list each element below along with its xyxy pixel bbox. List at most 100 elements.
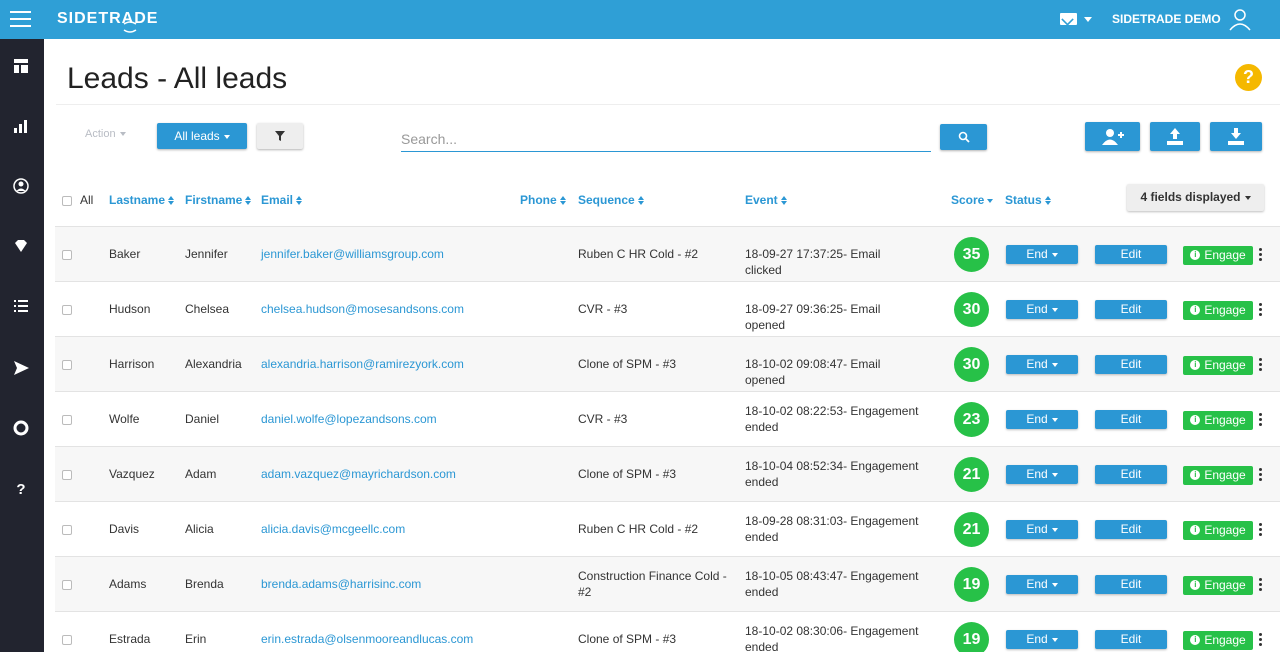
list-icon[interactable] <box>12 297 30 315</box>
select-all-checkbox[interactable] <box>62 196 72 206</box>
sort-icon <box>245 196 252 206</box>
user-icon[interactable] <box>1228 7 1252 31</box>
lastname-cell: Vazquez <box>109 467 155 481</box>
edit-button[interactable]: Edit <box>1095 575 1167 594</box>
email-link[interactable]: alexandria.harrison@ramirezyork.com <box>261 356 464 372</box>
engage-button[interactable]: i Engage <box>1183 576 1253 595</box>
sort-icon <box>780 196 787 206</box>
email-link[interactable]: alicia.davis@mcgeellc.com <box>261 521 405 537</box>
engage-button[interactable]: i Engage <box>1183 301 1253 320</box>
lastname-cell: Wolfe <box>109 412 140 426</box>
more-options-icon[interactable] <box>1259 578 1265 592</box>
download-button[interactable] <box>1210 122 1262 151</box>
status-dropdown[interactable]: End <box>1006 410 1078 429</box>
more-options-icon[interactable] <box>1259 358 1265 372</box>
engage-button[interactable]: i Engage <box>1183 356 1253 375</box>
filter-button[interactable] <box>257 123 303 149</box>
table-row[interactable]: Adams Brenda brenda.adams@harrisinc.com Con… <box>55 556 1280 611</box>
row-checkbox[interactable] <box>62 580 72 590</box>
table-row[interactable]: Harrison Alexandria alexandria.harrison@ra… <box>55 336 1280 391</box>
add-lead-button[interactable] <box>1085 122 1140 151</box>
user-circle-icon[interactable] <box>12 177 30 195</box>
status-dropdown[interactable]: End <box>1006 465 1078 484</box>
search-input[interactable] <box>401 126 931 152</box>
row-checkbox[interactable] <box>62 360 72 370</box>
table-row[interactable]: Estrada Erin erin.estrada@olsenmooreandluc… <box>55 611 1280 652</box>
more-options-icon[interactable] <box>1259 523 1265 537</box>
search-button[interactable] <box>940 124 987 150</box>
engage-button[interactable]: i Engage <box>1183 631 1253 650</box>
email-link[interactable]: daniel.wolfe@lopezandsons.com <box>261 411 437 427</box>
more-options-icon[interactable] <box>1259 468 1265 482</box>
column-header-score[interactable]: Score <box>951 193 994 207</box>
email-link[interactable]: brenda.adams@harrisinc.com <box>261 576 421 592</box>
table-row[interactable]: Vazquez Adam adam.vazquez@mayrichardson.co… <box>55 446 1280 501</box>
status-dropdown[interactable]: End <box>1006 245 1078 264</box>
info-icon: i <box>1190 414 1201 425</box>
firstname-cell: Daniel <box>185 412 220 426</box>
table-row[interactable]: Wolfe Daniel daniel.wolfe@lopezandsons.com… <box>55 391 1280 446</box>
more-options-icon[interactable] <box>1259 413 1265 427</box>
more-options-icon[interactable] <box>1259 303 1265 317</box>
status-dropdown[interactable]: End <box>1006 520 1078 539</box>
column-header-sequence[interactable]: Sequence <box>578 193 644 207</box>
status-dropdown[interactable]: End <box>1006 630 1078 649</box>
chevron-down-icon <box>1051 637 1058 642</box>
help-icon[interactable]: ? <box>1235 64 1262 91</box>
table-row[interactable]: Baker Jennifer jennifer.baker@williamsgrou… <box>55 226 1280 281</box>
column-header-lastname[interactable]: Lastname <box>109 193 175 207</box>
engage-button[interactable]: i Engage <box>1183 466 1253 485</box>
bar-chart-icon[interactable] <box>12 117 30 135</box>
row-checkbox[interactable] <box>62 250 72 260</box>
email-link[interactable]: erin.estrada@olsenmooreandlucas.com <box>261 631 473 647</box>
chevron-down-icon[interactable] <box>1084 17 1092 22</box>
diamond-icon[interactable] <box>12 237 30 255</box>
row-checkbox[interactable] <box>62 470 72 480</box>
all-leads-label: All leads <box>174 129 220 143</box>
edit-button[interactable]: Edit <box>1095 355 1167 374</box>
more-options-icon[interactable] <box>1259 248 1265 262</box>
hamburger-menu-icon[interactable] <box>10 11 31 27</box>
lifebuoy-icon[interactable] <box>12 419 30 437</box>
status-label: End <box>1026 412 1048 426</box>
row-checkbox[interactable] <box>62 525 72 535</box>
edit-button[interactable]: Edit <box>1095 520 1167 539</box>
column-header-status[interactable]: Status <box>1005 193 1051 207</box>
email-link[interactable]: jennifer.baker@williamsgroup.com <box>261 246 444 262</box>
email-link[interactable]: chelsea.hudson@mosesandsons.com <box>261 301 464 317</box>
status-dropdown[interactable]: End <box>1006 575 1078 594</box>
more-options-icon[interactable] <box>1259 633 1265 647</box>
column-header-event[interactable]: Event <box>745 193 787 207</box>
edit-button[interactable]: Edit <box>1095 410 1167 429</box>
edit-button[interactable]: Edit <box>1095 465 1167 484</box>
engage-button[interactable]: i Engage <box>1183 411 1253 430</box>
row-checkbox[interactable] <box>62 305 72 315</box>
engage-button[interactable]: i Engage <box>1183 246 1253 265</box>
column-header-email[interactable]: Email <box>261 193 303 207</box>
mail-icon[interactable] <box>1060 13 1077 25</box>
email-link[interactable]: adam.vazquez@mayrichardson.com <box>261 466 456 482</box>
engage-button[interactable]: i Engage <box>1183 521 1253 540</box>
user-name[interactable]: SIDETRADE DEMO <box>1112 12 1221 26</box>
table-row[interactable]: Davis Alicia alicia.davis@mcgeellc.com Rube… <box>55 501 1280 556</box>
table-row[interactable]: Hudson Chelsea chelsea.hudson@mosesandsons… <box>55 281 1280 336</box>
edit-button[interactable]: Edit <box>1095 300 1167 319</box>
send-icon[interactable] <box>12 359 30 377</box>
column-header-label: Event <box>745 193 778 207</box>
edit-button[interactable]: Edit <box>1095 245 1167 264</box>
edit-button[interactable]: Edit <box>1095 630 1167 649</box>
status-dropdown[interactable]: End <box>1006 300 1078 319</box>
status-dropdown[interactable]: End <box>1006 355 1078 374</box>
row-checkbox[interactable] <box>62 415 72 425</box>
column-header-phone[interactable]: Phone <box>520 193 566 207</box>
upload-button[interactable] <box>1150 122 1200 151</box>
sidebar-help-icon[interactable]: ? <box>12 481 30 499</box>
action-dropdown[interactable]: Action <box>85 128 126 140</box>
dashboard-icon[interactable] <box>12 57 30 75</box>
status-label: End <box>1026 467 1048 481</box>
column-header-firstname[interactable]: Firstname <box>185 193 252 207</box>
all-leads-dropdown[interactable]: All leads <box>157 123 247 149</box>
brand-logo[interactable]: SIDETRADE <box>57 10 158 28</box>
fields-displayed-dropdown[interactable]: 4 fields displayed <box>1127 184 1264 211</box>
row-checkbox[interactable] <box>62 635 72 645</box>
